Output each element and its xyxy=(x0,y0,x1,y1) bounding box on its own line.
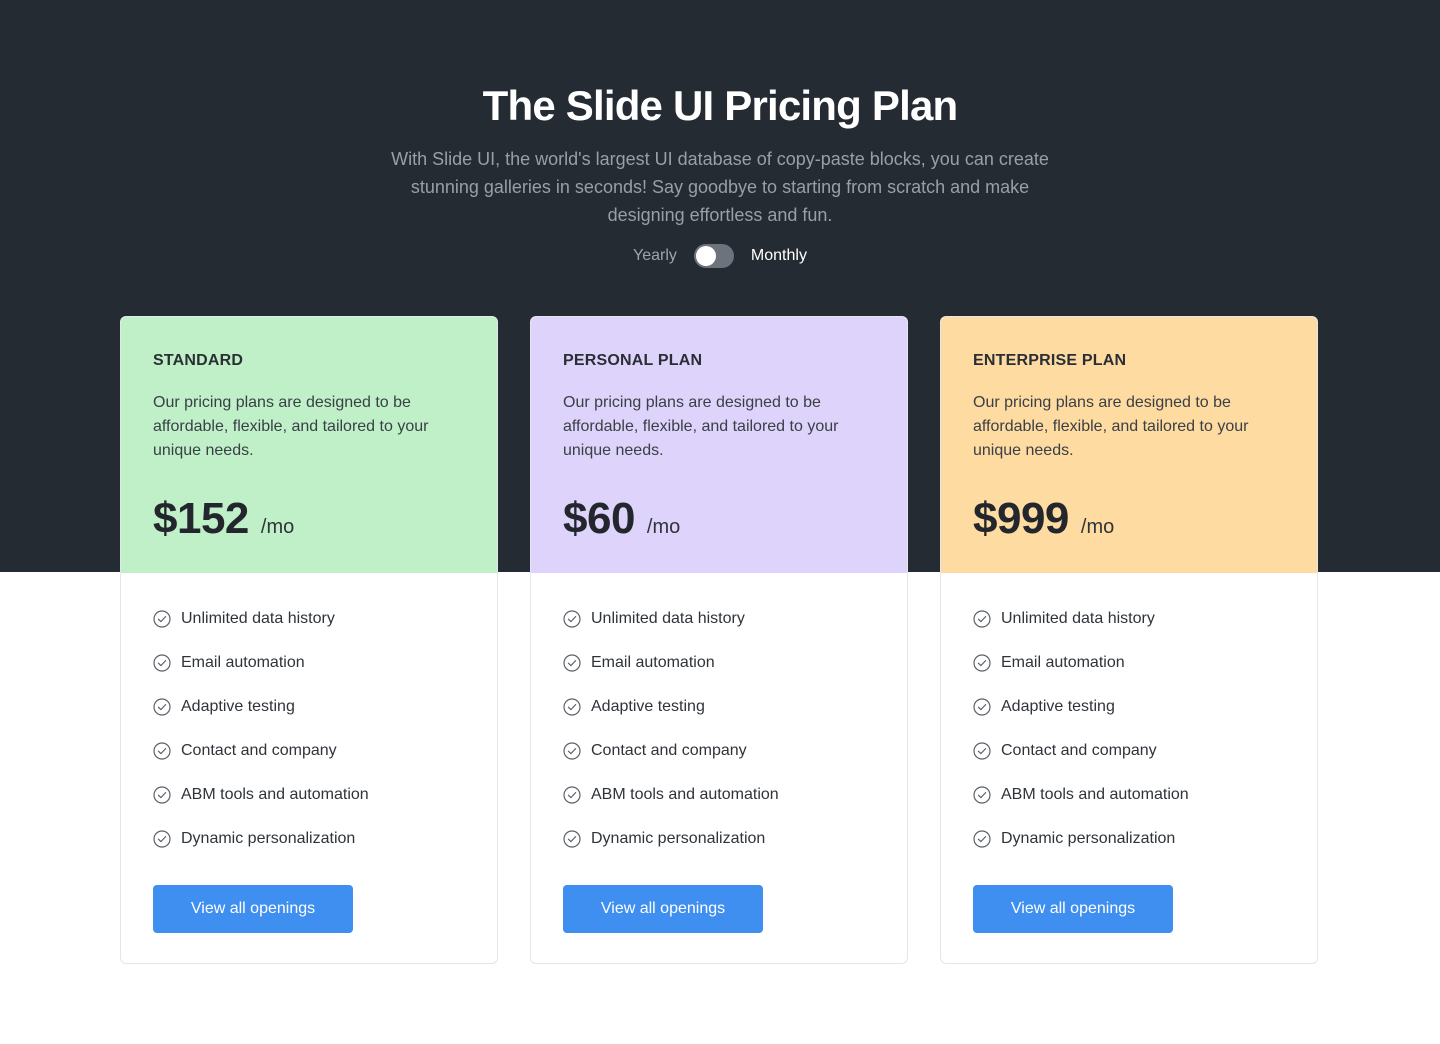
feature-list: Unlimited data history Email automation … xyxy=(531,573,907,849)
pricing-cards: STANDARD Our pricing plans are designed … xyxy=(120,316,1318,964)
feature-label: Contact and company xyxy=(591,742,747,759)
price-row: $60 /mo xyxy=(563,493,680,545)
feature-list: Unlimited data history Email automation … xyxy=(941,573,1317,849)
feature-item: Email automation xyxy=(563,653,875,673)
feature-label: Adaptive testing xyxy=(591,698,705,715)
feature-label: Dynamic personalization xyxy=(1001,830,1176,847)
check-circle-icon xyxy=(153,610,171,628)
feature-label: Contact and company xyxy=(181,742,337,759)
check-circle-icon xyxy=(563,742,581,760)
feature-item: Dynamic personalization xyxy=(973,829,1285,849)
plan-price: $60 xyxy=(563,494,635,543)
feature-item: ABM tools and automation xyxy=(153,785,465,805)
plan-description: Our pricing plans are designed to be aff… xyxy=(153,394,429,459)
feature-list: Unlimited data history Email automation … xyxy=(121,573,497,849)
switch-knob xyxy=(695,246,716,266)
feature-label: Adaptive testing xyxy=(1001,698,1115,715)
feature-item: Contact and company xyxy=(153,741,465,761)
feature-item: Contact and company xyxy=(563,741,875,761)
page-subtitle: With Slide UI, the world's largest UI da… xyxy=(391,149,1049,225)
plan-card-standard: STANDARD Our pricing plans are designed … xyxy=(120,316,498,964)
check-circle-icon xyxy=(153,698,171,716)
check-circle-icon xyxy=(153,654,171,672)
check-circle-icon xyxy=(973,830,991,848)
feature-item: Adaptive testing xyxy=(153,697,465,717)
check-circle-icon xyxy=(973,698,991,716)
feature-label: ABM tools and automation xyxy=(591,786,779,803)
check-circle-icon xyxy=(973,654,991,672)
feature-item: Email automation xyxy=(973,653,1285,673)
billing-switch[interactable] xyxy=(693,244,734,268)
price-row: $999 /mo xyxy=(973,493,1114,545)
check-circle-icon xyxy=(563,610,581,628)
feature-item: Unlimited data history xyxy=(973,609,1285,629)
plan-card-personal: PERSONAL PLAN Our pricing plans are desi… xyxy=(530,316,908,964)
feature-item: Adaptive testing xyxy=(973,697,1285,717)
plan-price: $152 xyxy=(153,494,249,543)
feature-label: Email automation xyxy=(1001,654,1125,671)
check-circle-icon xyxy=(153,742,171,760)
check-circle-icon xyxy=(563,830,581,848)
check-circle-icon xyxy=(973,610,991,628)
plan-header: ENTERPRISE PLAN Our pricing plans are de… xyxy=(941,317,1317,573)
price-row: $152 /mo xyxy=(153,493,294,545)
feature-item: Unlimited data history xyxy=(563,609,875,629)
plan-header: PERSONAL PLAN Our pricing plans are desi… xyxy=(531,317,907,573)
feature-item: Contact and company xyxy=(973,741,1285,761)
check-circle-icon xyxy=(153,786,171,804)
plan-description: Our pricing plans are designed to be aff… xyxy=(973,394,1249,459)
feature-label: Unlimited data history xyxy=(181,610,335,627)
feature-label: Unlimited data history xyxy=(1001,610,1155,627)
feature-item: Dynamic personalization xyxy=(153,829,465,849)
feature-item: Dynamic personalization xyxy=(563,829,875,849)
plan-description: Our pricing plans are designed to be aff… xyxy=(563,394,839,459)
feature-item: Email automation xyxy=(153,653,465,673)
plan-name: ENTERPRISE PLAN xyxy=(973,352,1127,369)
page-title: The Slide UI Pricing Plan xyxy=(482,82,959,129)
check-circle-icon xyxy=(563,698,581,716)
feature-item: ABM tools and automation xyxy=(563,785,875,805)
plan-card-enterprise: ENTERPRISE PLAN Our pricing plans are de… xyxy=(940,316,1318,964)
check-circle-icon xyxy=(563,786,581,804)
billing-toggle: Yearly Monthly xyxy=(0,243,1440,269)
feature-label: Adaptive testing xyxy=(181,698,295,715)
plan-name: PERSONAL PLAN xyxy=(563,352,703,369)
view-openings-button[interactable]: View all openings xyxy=(973,885,1173,933)
feature-label: Dynamic personalization xyxy=(591,830,766,847)
feature-label: Email automation xyxy=(591,654,715,671)
check-circle-icon xyxy=(973,742,991,760)
feature-label: Contact and company xyxy=(1001,742,1157,759)
feature-label: Unlimited data history xyxy=(591,610,745,627)
price-period: /mo xyxy=(260,516,295,538)
view-openings-button[interactable]: View all openings xyxy=(563,885,763,933)
feature-label: ABM tools and automation xyxy=(181,786,369,803)
feature-label: Email automation xyxy=(181,654,305,671)
check-circle-icon xyxy=(973,786,991,804)
price-period: /mo xyxy=(646,516,681,538)
plan-price: $999 xyxy=(973,494,1069,543)
feature-item: ABM tools and automation xyxy=(973,785,1285,805)
plan-header: STANDARD Our pricing plans are designed … xyxy=(121,317,497,573)
plan-name: STANDARD xyxy=(153,352,244,369)
feature-label: ABM tools and automation xyxy=(1001,786,1189,803)
view-openings-button[interactable]: View all openings xyxy=(153,885,353,933)
feature-item: Unlimited data history xyxy=(153,609,465,629)
check-circle-icon xyxy=(153,830,171,848)
check-circle-icon xyxy=(563,654,581,672)
monthly-label[interactable]: Monthly xyxy=(751,247,807,265)
feature-label: Dynamic personalization xyxy=(181,830,356,847)
yearly-label[interactable]: Yearly xyxy=(633,247,677,265)
price-period: /mo xyxy=(1080,516,1115,538)
feature-item: Adaptive testing xyxy=(563,697,875,717)
